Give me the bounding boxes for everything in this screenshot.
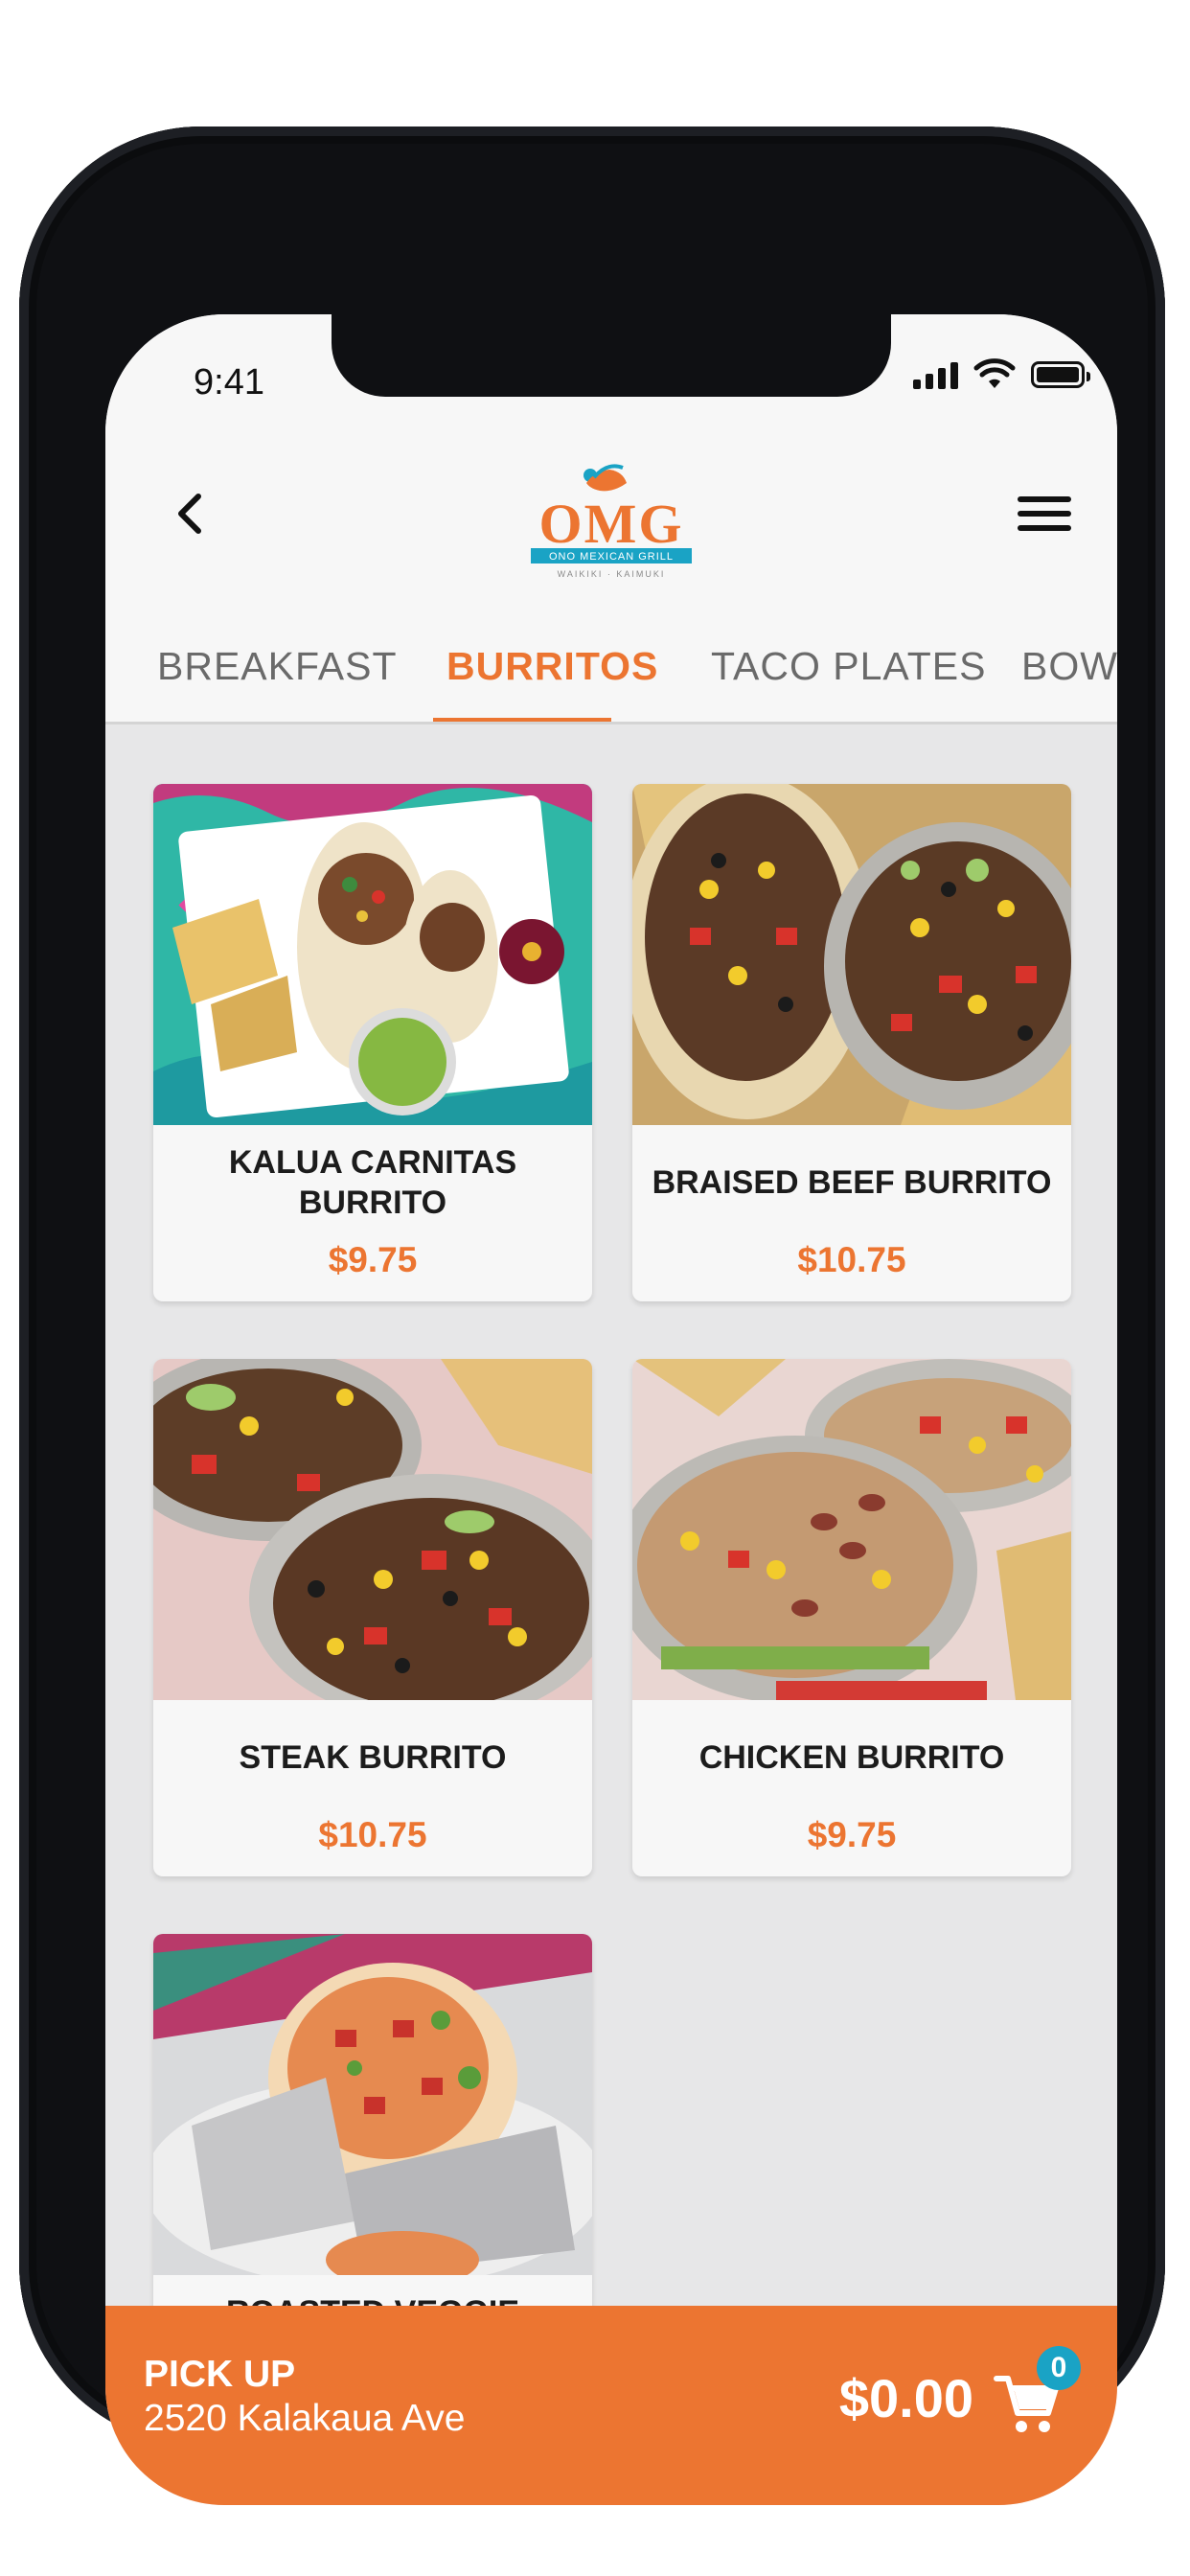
menu-item-price: $10.75 [318, 1815, 427, 1854]
menu-item-name: KALUA CARNITAS BURRITO [228, 1144, 517, 1221]
tab-burritos[interactable]: BURRITOS [446, 644, 658, 689]
menu-item-price: $10.75 [797, 1240, 906, 1279]
braised-beef-burrito-photo [632, 784, 1071, 1125]
wifi-icon [973, 358, 1016, 388]
menu-item-card[interactable]: CHICKEN BURRITO $9.75 [632, 1359, 1071, 1876]
menu-item-name: CHICKEN BURRITO [698, 1739, 1005, 1776]
battery-icon [1031, 361, 1090, 388]
order-total: $0.00 [838, 2368, 973, 2428]
menu-item-price: $9.75 [328, 1240, 418, 1279]
omg-logo: OMG ONO MEXICAN GRILL WAIKIKI · KAIMUKI [531, 464, 692, 579]
chevron-left-icon [178, 494, 201, 534]
pickup-address[interactable]: 2520 Kalakaua Ave [144, 2398, 465, 2440]
app-header: OMG ONO MEXICAN GRILL WAIKIKI · KAIMUKI [105, 420, 1117, 602]
svg-text:ONO MEXICAN GRILL: ONO MEXICAN GRILL [549, 551, 674, 563]
pickup-label: PICK UP [144, 2354, 296, 2395]
menu-item-price: $9.75 [807, 1815, 897, 1854]
order-bottom-bar[interactable]: PICK UP 2520 Kalakaua Ave $0.00 0 [105, 2306, 1117, 2505]
menu-item-card[interactable]: BRAISED BEEF BURRITO $10.75 [632, 784, 1071, 1301]
status-icons [913, 358, 1090, 391]
hamburger-menu-button[interactable] [1018, 496, 1071, 535]
tab-breakfast[interactable]: BREAKFAST [157, 644, 398, 689]
status-time: 9:41 [194, 362, 264, 402]
menu-item-name: BRAISED BEEF BURRITO [652, 1164, 1052, 1201]
roasted-veggie-burrito-photo [153, 1934, 592, 2275]
cellular-signal-icon [913, 360, 958, 389]
category-tabs: BREAKFAST BURRITOS TACO PLATES BOWLS [105, 602, 1117, 724]
svg-text:OMG: OMG [539, 493, 684, 555]
menu-item-name: STEAK BURRITO [239, 1739, 507, 1776]
menu-item-card[interactable]: KALUA CARNITAS BURRITO $9.75 [153, 784, 592, 1301]
steak-burrito-photo [153, 1359, 592, 1700]
app-screen: 9:41 OMG ONO MEXICAN GRILL WAIKIKI · KAI… [105, 314, 1117, 2505]
menu-item-card[interactable]: STEAK BURRITO $10.75 [153, 1359, 592, 1876]
phone-frame: 9:41 OMG ONO MEXICAN GRILL WAIKIKI · KAI… [19, 126, 1165, 2505]
chicken-burrito-photo [632, 1359, 1071, 1700]
tab-taco-plates[interactable]: TACO PLATES [711, 644, 986, 689]
svg-text:WAIKIKI · KAIMUKI: WAIKIKI · KAIMUKI [558, 569, 666, 579]
cart-count-badge: 0 [1037, 2346, 1081, 2390]
back-button[interactable] [167, 491, 213, 537]
active-tab-indicator [433, 718, 611, 722]
device-notch [332, 314, 891, 397]
kalua-carnitas-burrito-photo [153, 784, 592, 1125]
tab-bowls[interactable]: BOWLS [1021, 644, 1117, 689]
